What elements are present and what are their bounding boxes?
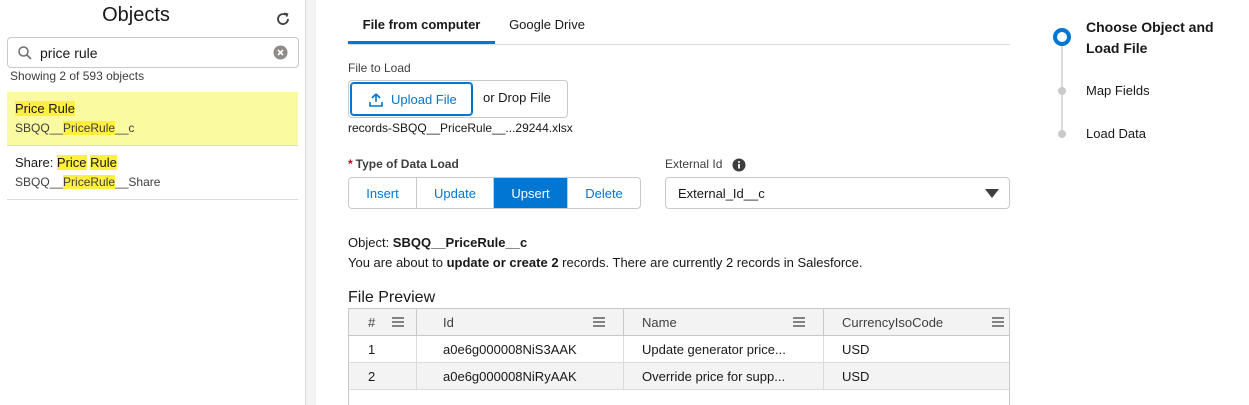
column-menu-icon[interactable] [793, 317, 805, 327]
cell-text: Override price for supp... [642, 369, 786, 384]
tab-google-drive[interactable]: Google Drive [495, 10, 599, 44]
cell-text: 2 [368, 369, 376, 384]
table-cell: Update generator price... [624, 336, 824, 362]
summary-bold: update or create 2 [446, 255, 559, 270]
tabs-divider [348, 44, 1010, 45]
cell-text: USD [842, 369, 870, 384]
insert-option[interactable]: Insert [349, 178, 417, 208]
object-count-text: Showing 2 of 593 objects [10, 69, 145, 83]
object-api-name: SBQQ__PriceRule__c [15, 121, 134, 135]
object-api-name: SBQQ__PriceRule__c [392, 235, 528, 250]
object-info-line: Object: SBQQ__PriceRule__c [348, 235, 527, 250]
table-cell: Override price for supp... [624, 363, 824, 389]
search-match-highlight: Price Rule [15, 101, 75, 116]
required-mark: * [348, 157, 353, 171]
step-dot [1058, 130, 1066, 138]
selected-file-name: records-SBQQ__PriceRule__...29244.xlsx [348, 121, 573, 135]
search-match-highlight: PriceRule [63, 121, 116, 135]
refresh-icon[interactable] [274, 10, 292, 28]
object-label: Price Rule [15, 101, 75, 116]
upload-file-button[interactable]: Upload File [350, 82, 473, 116]
column-header-name[interactable]: Name [624, 309, 824, 336]
drop-file-text: or Drop File [483, 90, 551, 105]
table-cell: USD [824, 363, 1009, 389]
step-choose-object: Choose Object and Load File [1086, 19, 1214, 56]
cell-text: 1 [368, 342, 376, 357]
column-header-label: CurrencyIsoCode [842, 315, 944, 330]
step-map-fields: Map Fields [1086, 83, 1150, 98]
upload-icon [369, 93, 383, 107]
external-id-label: External Id [665, 157, 723, 171]
table-cell: a0e6g000008NiRyAAK [417, 363, 624, 389]
active-step-indicator [1053, 28, 1071, 46]
external-id-value: External_Id__c [678, 186, 765, 201]
column-header-id[interactable]: Id [417, 309, 624, 336]
api-name-suffix: __Share [115, 175, 161, 189]
external-id-select[interactable]: External_Id__c [665, 177, 1010, 209]
search-match-highlight: Price [56, 155, 87, 170]
object-label: Share: Price Rule [15, 155, 117, 170]
upsert-option[interactable]: Upsert [494, 178, 568, 208]
label-prefix: Share: [15, 155, 57, 170]
object-list-item-price-rule-share[interactable]: Share: Price Rule SBQQ__PriceRule__Share [7, 146, 298, 200]
table-row: 2 a0e6g000008NiRyAAK Override price for … [349, 363, 1009, 390]
clear-search-icon[interactable] [273, 45, 288, 60]
search-icon [18, 46, 32, 60]
delete-option[interactable]: Delete [568, 178, 640, 208]
column-menu-icon[interactable] [593, 317, 605, 327]
cell-text: a0e6g000008NiS3AAK [443, 342, 577, 357]
tab-file-from-computer[interactable]: File from computer [348, 10, 495, 44]
search-match-highlight: PriceRule [63, 175, 116, 189]
cell-text: Update generator price... [642, 342, 786, 357]
step-dot [1058, 87, 1066, 95]
object-search-box [7, 37, 299, 68]
column-header-label: Id [443, 315, 454, 330]
column-header-row-number[interactable]: # [349, 309, 417, 336]
table-row: 1 a0e6g000008NiS3AAK Update generator pr… [349, 336, 1009, 363]
column-header-currency[interactable]: CurrencyIsoCode [824, 309, 1009, 336]
summary-prefix: You are about to [348, 255, 447, 270]
data-load-type-label: * Type of Data Load [348, 157, 459, 171]
table-cell: 2 [349, 363, 417, 389]
data-load-type-text: Type of Data Load [355, 157, 459, 171]
file-preview-title: File Preview [348, 289, 436, 306]
cell-text: USD [842, 342, 870, 357]
object-search-input[interactable] [40, 42, 270, 64]
column-menu-icon[interactable] [392, 317, 404, 327]
object-list-item-price-rule[interactable]: Price Rule SBQQ__PriceRule__c [7, 92, 298, 146]
load-summary-line: You are about to update or create 2 reco… [348, 255, 863, 270]
file-to-load-label: File to Load [348, 61, 411, 75]
object-api-name: SBQQ__PriceRule__Share [15, 175, 160, 189]
data-load-type-selector: Insert Update Upsert Delete [348, 177, 641, 209]
table-cell: 1 [349, 336, 417, 362]
cell-text: a0e6g000008NiRyAAK [443, 369, 577, 384]
column-header-label: Name [642, 315, 677, 330]
table-cell: USD [824, 336, 1009, 362]
column-menu-icon[interactable] [992, 317, 1004, 327]
column-header-label: # [368, 315, 376, 330]
object-prefix: Object: [348, 235, 393, 250]
step-load-data: Load Data [1086, 126, 1146, 141]
update-option[interactable]: Update [417, 178, 494, 208]
file-drop-zone[interactable]: Upload File or Drop File [348, 80, 568, 118]
file-preview-table: # Id Name CurrencyIsoCode 1 a0e6g000008N… [348, 308, 1010, 405]
api-name-prefix: SBQQ__ [15, 121, 64, 135]
summary-suffix: records. There are currently 2 records i… [558, 255, 863, 270]
search-match-highlight: Rule [90, 155, 117, 170]
api-name-prefix: SBQQ__ [15, 175, 64, 189]
info-icon[interactable] [732, 158, 746, 172]
table-cell: a0e6g000008NiS3AAK [417, 336, 624, 362]
api-name-suffix: __c [115, 121, 135, 135]
upload-file-label: Upload File [391, 92, 457, 107]
objects-panel-title: Objects [102, 4, 170, 26]
objects-panel: Objects Showing 2 of 593 objects Price R… [0, 0, 306, 405]
chevron-down-icon [985, 189, 999, 198]
